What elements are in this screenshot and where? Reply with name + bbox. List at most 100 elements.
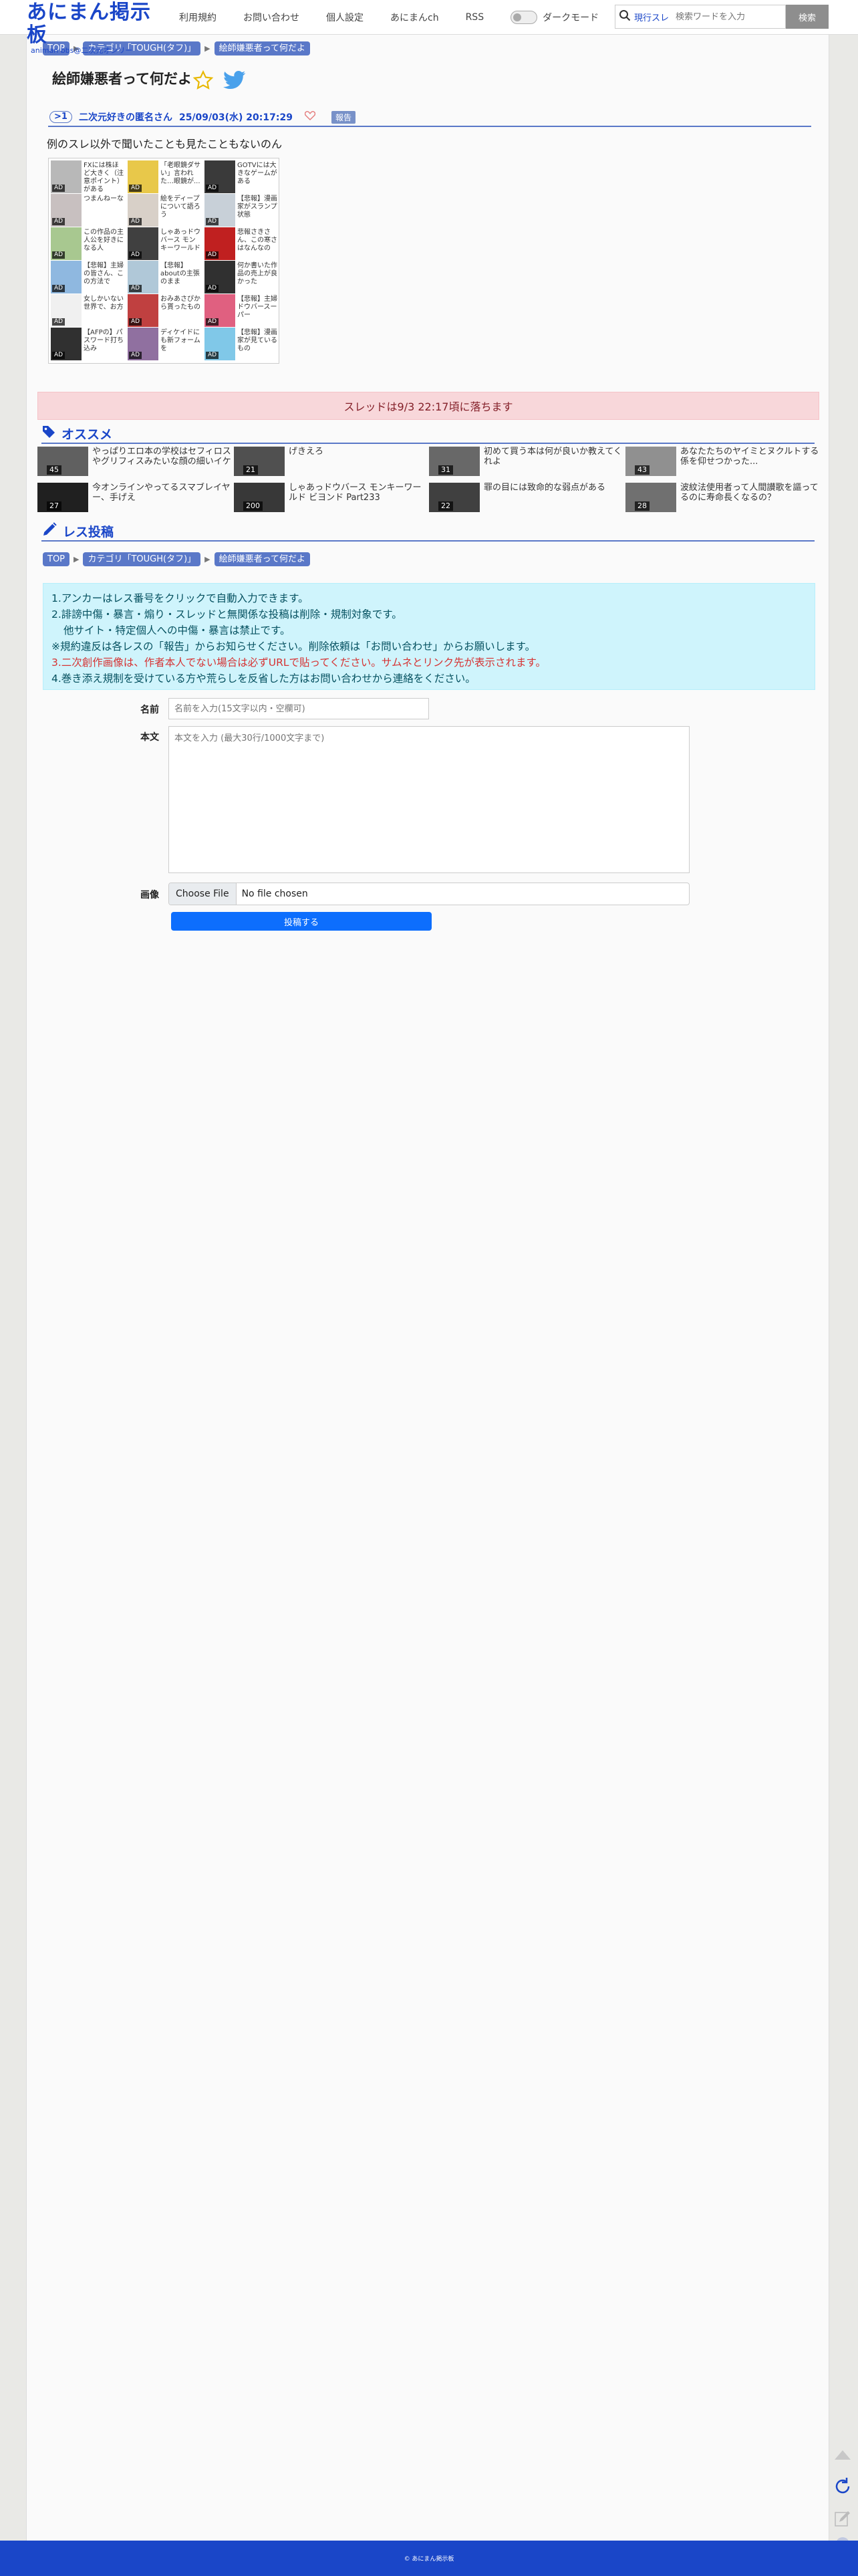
nav-rss[interactable]: RSS [466,12,484,23]
ad-item[interactable]: AD つまんねーな [51,194,126,227]
rule-1: 1.アンカーはレス番号をクリックで自動入力できます。 [51,592,309,604]
ad-count-badge: AD [206,318,219,326]
search-input[interactable] [676,11,783,22]
search-box: 現行スレ [615,5,786,29]
ad-thumbnail: AD [128,227,158,260]
write-icon[interactable] [831,2507,854,2530]
ad-item[interactable]: AD 【悲報】漫画家が見ているもの [204,328,280,360]
recommend-thumbnail: 22 [429,483,480,512]
ad-item[interactable]: AD 悲報さきさん、この寒さはなんなの [204,227,280,260]
recommend-item[interactable]: 45 やっぱりエロ本の学校はセフィロスやグリフィスみたいな顔の細いイケメンがいいよ… [37,447,231,476]
file-status: No file chosen [241,889,308,899]
ad-thumbnail: AD [128,160,158,193]
ad-item[interactable]: AD おみあさぴから貰ったもの [128,294,203,327]
recommend-thumbnail: 200 [234,483,285,512]
dark-mode-label: ダークモード [543,13,599,23]
ad-text: この作品の主人公を好きになる人 [84,229,124,252]
post-number[interactable]: >1 [49,111,72,123]
ad-item[interactable]: AD この作品の主人公を好きになる人 [51,227,126,260]
recommend-item[interactable]: 43 あなたたちのヤイミとヌクルトする係を仰せつかった... [625,447,819,476]
comment-count-badge: 28 [635,501,650,511]
heart-icon[interactable] [304,111,316,123]
recommend-item[interactable]: 200 しゃあっドウバース モンキーワールド ビヨンド Part233 [234,483,428,512]
ad-text: つまんねーな [84,195,124,203]
submit-button[interactable]: 投稿する [171,912,432,931]
ad-thumbnail: AD [204,194,235,227]
rule-3: 3.二次創作画像は、作者本人でない場合は必ずURLで貼ってください。サムネとリン… [51,657,546,669]
comment-count-badge: 200 [243,501,263,511]
ad-item[interactable]: AD 【悲報】aboutの主張のまま [128,261,203,294]
ad-item[interactable]: AD 何か書いた作品の売上が良かった [204,261,280,294]
favorite-star-icon[interactable] [192,70,214,94]
dark-mode-toggle[interactable] [511,11,538,24]
recommend-item[interactable]: 21 げきえろ [234,447,428,476]
recommend-item[interactable]: 22 罪の目には致命的な弱点がある [429,483,623,512]
reload-icon[interactable] [831,2475,854,2498]
ad-item[interactable]: AD 「老眼鏡ダサい」言われた…眼鏡が... [128,160,203,193]
crumb-category[interactable]: カテゴリ「TOUGH(タフ)」 [83,552,201,566]
comment-count-badge: 45 [47,465,61,475]
ad-item[interactable]: AD 【AFPの】パスワード打ち込み [51,328,126,360]
ad-text: 悲報さきさん、この寒さはなんなの [237,229,277,252]
recommend-title: 波紋法使用者って人間讃歌を謳ってるのに寿命長くなるの？ [680,483,819,503]
ad-item[interactable]: AD 女しかいない世界で、お方 [51,294,126,327]
recommend-thumbnail: 21 [234,447,285,476]
rule-4: 4.巻き添え規制を受けている方や荒らしを反省した方はお問い合わせから連絡をくださ… [51,673,476,685]
ad-item[interactable]: AD ディケイドにも新フォームを [128,328,203,360]
ad-count-badge: AD [129,318,142,326]
recommend-title: げきえろ [289,447,324,457]
ad-item[interactable]: AD GOTVには大きなゲームがある [204,160,280,193]
ad-text: FXには株ほど大きく（注意ポイント）がある [84,162,124,193]
thread-fall-notice: スレッドは9/3 22:17頃に落ちます [37,392,819,420]
ad-item[interactable]: AD FXには株ほど大きく（注意ポイント）がある [51,160,126,193]
twitter-share-icon[interactable] [223,71,246,92]
post-author: 二次元好きの匿名さん [78,112,172,123]
report-button[interactable]: 報告 [331,110,355,124]
site-footer: © あにまん掲示板 [0,2541,858,2576]
dark-mode-switch[interactable]: ダークモード [511,11,599,24]
ad-count-badge: AD [129,352,142,359]
recommend-item[interactable]: 27 今オンラインやってるスマブレイヤー、手げえ [37,483,231,512]
ad-text: 【悲報】主婦の皆さん、この方法で [84,262,124,285]
ad-item[interactable]: AD 【悲報】主婦 ドウバースーパー [204,294,280,327]
ad-thumbnail: AD [128,194,158,227]
comment-count-badge: 43 [635,465,650,475]
ad-thumbnail: AD [204,261,235,294]
comment-count-badge: 21 [243,465,258,475]
ad-count-badge: AD [52,318,65,326]
ad-text: 「老眼鏡ダサい」言われた…眼鏡が... [160,162,200,185]
post-date: 25/09/03(水) 20:17:29 [178,112,293,123]
ad-count-badge: AD [129,218,142,225]
ad-item[interactable]: AD 【悲報】主婦の皆さん、この方法で [51,261,126,294]
crumb-current[interactable]: 絵師嫌悪者って何だよ [214,552,310,566]
post-header: >1 二次元好きの匿名さん 25/09/03(水) 20:17:29 報告 [48,108,811,127]
search-button[interactable]: 検索 [786,5,829,29]
crumb-current[interactable]: 絵師嫌悪者って何だよ [214,41,310,55]
recommend-thumbnail: 45 [37,447,88,476]
nav-contact[interactable]: お問い合わせ [243,11,299,24]
nav-animanch[interactable]: あにまんch [390,11,439,24]
ad-thumbnail: AD [204,294,235,327]
ad-item[interactable]: AD 【悲報】漫画家がスランプ状態 [204,194,280,227]
nav-settings[interactable]: 個人設定 [326,11,364,24]
scroll-top-icon[interactable] [831,2443,854,2466]
logo-title: あにまん掲示板 [27,1,151,47]
ad-item[interactable]: AD 絵をディープについて語ろう [128,194,203,227]
nav-terms[interactable]: 利用規約 [179,11,217,24]
ad-text: ディケイドにも新フォームを [160,329,200,352]
crumb-top[interactable]: TOP [43,552,70,566]
body-field[interactable] [168,726,690,873]
choose-file-button[interactable]: Choose File [169,883,237,905]
search-mode-select[interactable]: 現行スレ [634,11,669,23]
ad-item[interactable]: AD しゃあっドウバース モンキーワールド [128,227,203,260]
ad-thumbnail: AD [204,328,235,360]
recommend-item[interactable]: 28 波紋法使用者って人間讃歌を謳ってるのに寿命長くなるの？ [625,483,819,512]
name-field[interactable] [168,698,429,719]
site-logo[interactable]: あにまん掲示板 animan bbs@二次元オンリー [27,1,167,55]
image-file-input[interactable]: Choose File No file chosen [168,883,690,905]
ad-thumbnail: AD [51,160,82,193]
rule-report: ※規約違反は各レスの「報告」からお知らせください。削除依頼は「お問い合わせ」から… [51,640,536,653]
recommend-title: 初めて買う本は何が良いか教えてくれよ [484,447,622,467]
recommend-item[interactable]: 31 初めて買う本は何が良いか教えてくれよ [429,447,623,476]
ad-text: 絵をディープについて語ろう [160,195,200,219]
